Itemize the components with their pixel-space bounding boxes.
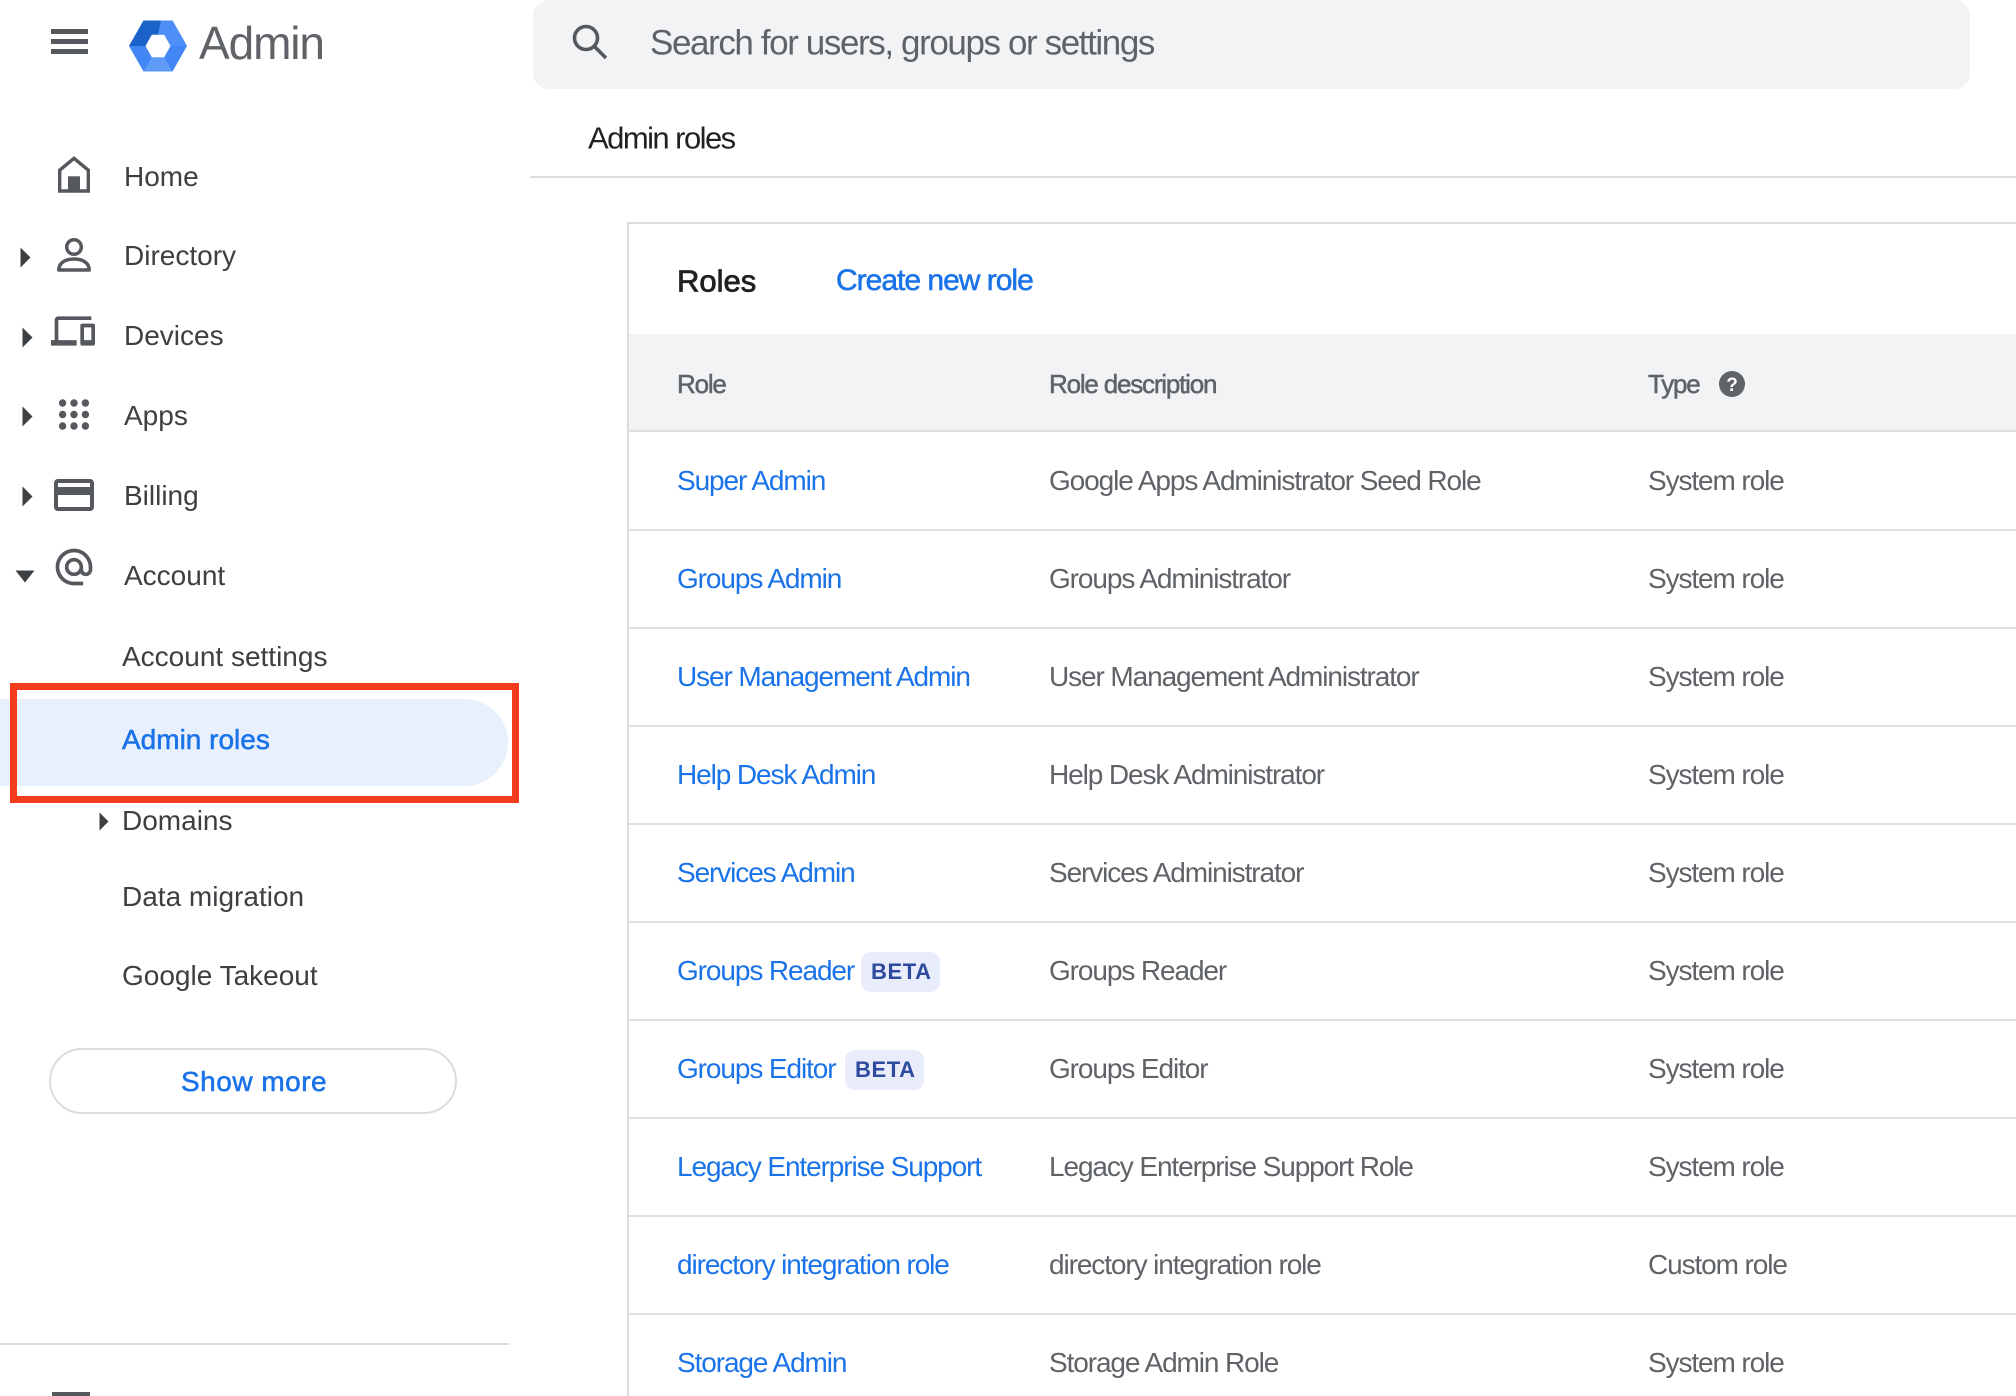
svg-text:?: ? xyxy=(1726,375,1738,396)
